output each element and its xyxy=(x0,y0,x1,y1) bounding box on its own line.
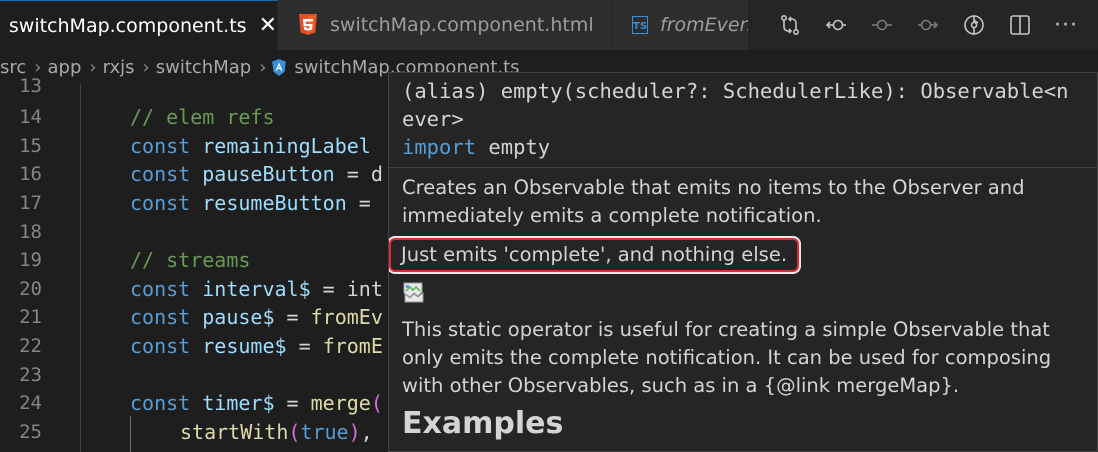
line-number: 22 xyxy=(19,335,42,358)
line-number: 21 xyxy=(19,306,42,329)
function-name: startWith xyxy=(180,419,289,444)
code-text: = xyxy=(346,191,371,216)
keyword: const xyxy=(130,191,191,216)
variable: interval$ xyxy=(202,276,311,301)
line-number: 13 xyxy=(19,75,42,98)
next-change-icon[interactable] xyxy=(916,13,940,37)
line-number: 16 xyxy=(19,163,42,186)
tab-bar: switchMap.component.ts ✕ switchMap.compo… xyxy=(0,0,1098,50)
line-number: 20 xyxy=(19,277,42,300)
tab-label: switchMap.component.html xyxy=(330,14,594,36)
tab-switchmap-component-html[interactable]: switchMap.component.html xyxy=(278,0,612,50)
line-number: 24 xyxy=(19,392,42,415)
keyword: const xyxy=(130,391,191,416)
line-number: 17 xyxy=(19,192,42,215)
code-text: , xyxy=(360,419,373,444)
signature-line: ever> xyxy=(402,107,464,131)
hover-documentation: Creates an Observable that emits no item… xyxy=(389,168,1097,441)
tab-label: switchMap.component.ts xyxy=(8,14,247,37)
examples-heading: Examples xyxy=(402,406,564,441)
function-name: fromEv xyxy=(310,305,383,330)
bracket: ) xyxy=(348,419,361,444)
close-icon[interactable]: ✕ xyxy=(259,13,277,38)
keyword: const xyxy=(130,305,191,330)
tab-fromevent[interactable]: TS fromEvent xyxy=(612,0,752,50)
code-text: = xyxy=(274,391,311,416)
keyword: const xyxy=(130,276,191,301)
keyword: const xyxy=(130,162,191,187)
bracket: ( xyxy=(370,391,383,416)
code-comment: // elem refs xyxy=(130,105,275,130)
keyword: true xyxy=(300,419,349,444)
broken-image-icon xyxy=(403,282,424,303)
typescript-icon: TS xyxy=(632,16,649,34)
bracket: ( xyxy=(288,419,301,444)
code-text: = d xyxy=(334,162,383,187)
keyword: const xyxy=(130,133,191,158)
code-comment: // streams xyxy=(130,248,251,273)
previous-change-icon[interactable] xyxy=(824,13,848,37)
timeline-icon[interactable] xyxy=(962,13,986,37)
more-actions-icon[interactable]: ··· xyxy=(1054,13,1078,38)
line-number: 15 xyxy=(19,134,42,157)
body-text: This static operator is useful for creat… xyxy=(402,318,1052,397)
split-editor-icon[interactable] xyxy=(1008,13,1032,37)
variable: pause$ xyxy=(202,305,275,330)
variable: remainingLabel xyxy=(202,133,371,158)
open-changes-icon[interactable] xyxy=(778,13,802,37)
function-name: merge xyxy=(310,391,371,416)
line-number: 25 xyxy=(19,420,42,443)
hover-tooltip: (alias) empty(scheduler?: SchedulerLike)… xyxy=(388,72,1098,452)
description: Creates an Observable that emits no item… xyxy=(402,176,1025,227)
code-text: = xyxy=(286,334,323,359)
import-line: import empty xyxy=(402,133,1097,161)
variable: pauseButton xyxy=(202,162,335,187)
variable: resumeButton xyxy=(202,191,347,216)
hover-signature: (alias) empty(scheduler?: SchedulerLike)… xyxy=(389,73,1097,168)
keyword: const xyxy=(130,334,191,359)
signature-line: (alias) empty(scheduler?: SchedulerLike)… xyxy=(402,79,1069,103)
line-number: 18 xyxy=(19,220,42,243)
code-text: = int xyxy=(310,276,383,301)
line-number: 14 xyxy=(19,106,42,129)
import-name: empty xyxy=(476,135,551,159)
highlighted-summary: Just emits 'complete', and nothing else. xyxy=(389,238,800,272)
variable: resume$ xyxy=(202,334,287,359)
line-number: 19 xyxy=(19,249,42,272)
import-keyword: import xyxy=(402,135,477,159)
tab-label: fromEvent xyxy=(660,14,752,36)
code-text: = xyxy=(274,305,311,330)
function-name: fromE xyxy=(322,334,383,359)
html5-icon xyxy=(299,14,317,35)
line-number: 23 xyxy=(19,363,42,386)
change-indicator-icon xyxy=(870,13,894,37)
editor-actions: ··· xyxy=(748,0,1098,50)
tab-switchmap-component-ts[interactable]: switchMap.component.ts ✕ xyxy=(0,0,278,50)
variable: timer$ xyxy=(202,391,275,416)
